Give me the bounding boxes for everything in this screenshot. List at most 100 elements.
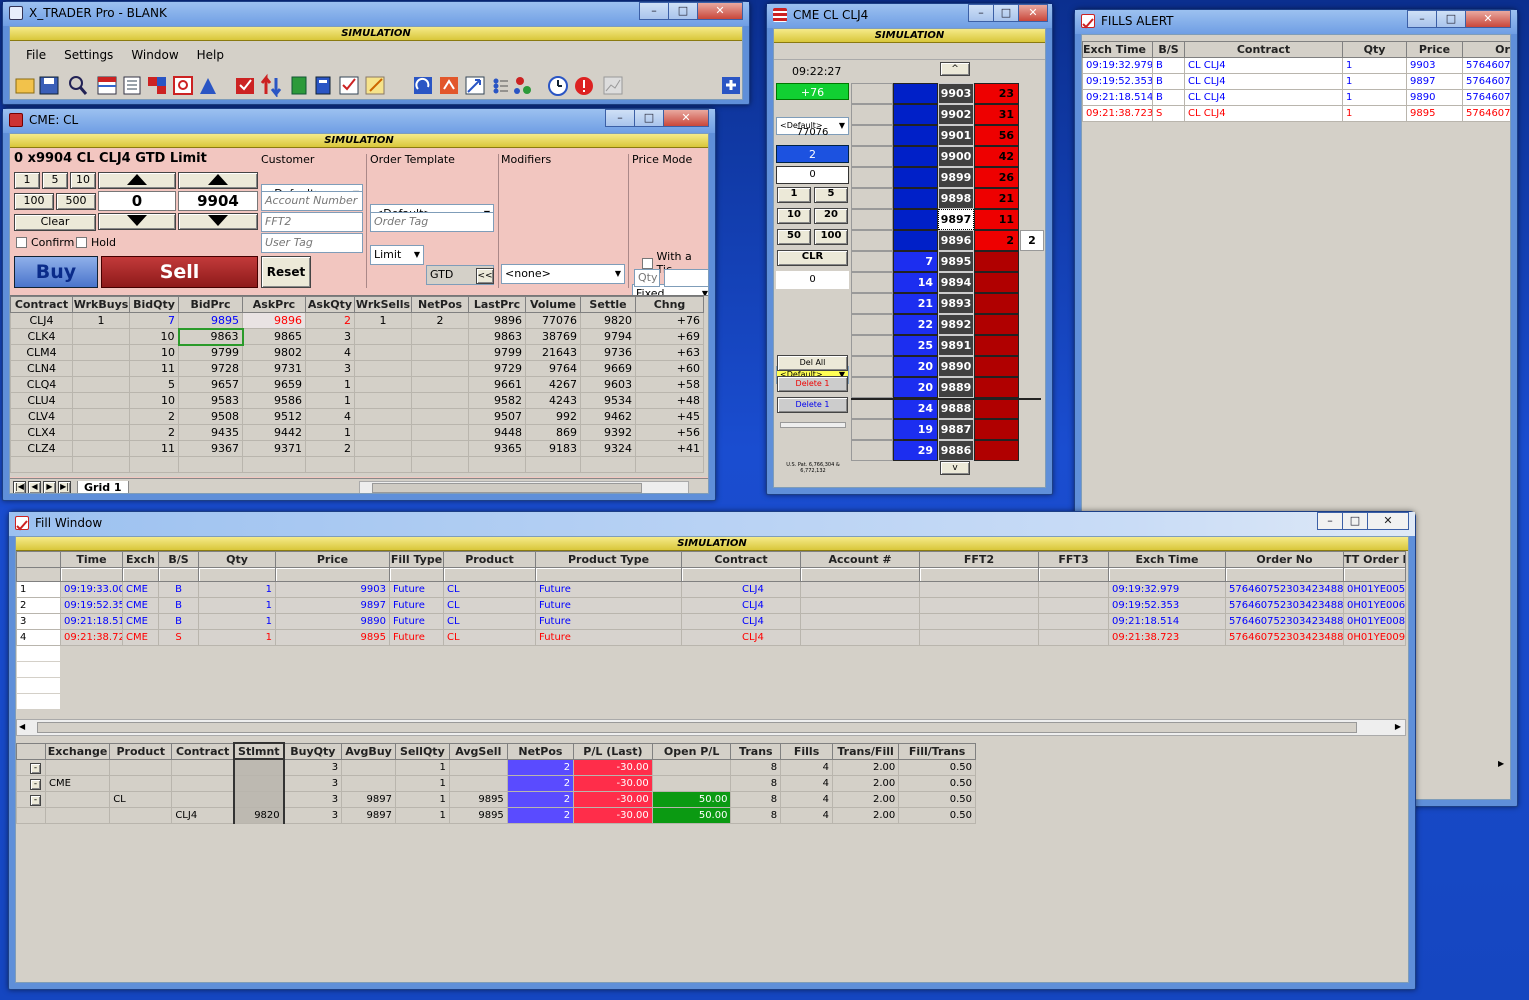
market-row[interactable]: CLJ4 1 7 9895 9896 2 1 2 9896 77076 9820 +76 (10, 312, 704, 329)
filter-cell[interactable] (681, 567, 801, 582)
pos-expand-cell[interactable]: - (16, 774, 46, 792)
ask-cell[interactable]: 23 (974, 83, 1019, 104)
price-cell[interactable]: 9888 (938, 398, 974, 419)
ask-cell[interactable]: 21 (974, 188, 1019, 209)
market-cell[interactable]: +60 (635, 360, 704, 377)
price-cell[interactable]: 9886 (938, 440, 974, 461)
market-cell[interactable]: 1 (305, 424, 355, 441)
scroll-right-icon[interactable]: ▶ (1395, 722, 1401, 731)
maximize-button[interactable]: □ (634, 109, 664, 127)
bid-cell[interactable]: 22 (893, 314, 938, 335)
ladder-row[interactable]: 9900 42 (851, 146, 1041, 167)
price-cell[interactable]: 9899 (938, 167, 974, 188)
position-row[interactable]: - CL 3 9897 1 9895 2 -30.00 50.00 8 4 2.00 0.50 (16, 790, 976, 808)
bid-cell[interactable] (893, 83, 938, 104)
pos-expand-cell[interactable] (16, 806, 46, 824)
ask-cell[interactable]: 11 (974, 209, 1019, 230)
price-cell[interactable]: 9890 (938, 356, 974, 377)
market-col-header[interactable]: Settle (580, 296, 636, 313)
fills-alert-col-header[interactable]: Exch Time (1082, 41, 1153, 58)
minimize-button[interactable]: – (605, 109, 635, 127)
order-titlebar[interactable]: CME: CL – □ ✕ (3, 109, 715, 133)
fills-alert-col-header[interactable]: Or (1462, 41, 1510, 58)
order-tag-input[interactable]: Order Tag (370, 212, 494, 232)
fills-alert-scroll-arrow[interactable]: ▶ (1498, 759, 1504, 768)
ladder-row[interactable]: 7 9895 (851, 251, 1041, 272)
market-cell[interactable]: +48 (635, 392, 704, 409)
order-cell[interactable] (851, 125, 893, 146)
market-cell[interactable]: 9799 (468, 344, 526, 361)
order-cell[interactable] (851, 83, 893, 104)
market-row[interactable]: CLQ4 5 9657 9659 1 9661 4267 9603 +58 (10, 376, 704, 393)
market-cell[interactable]: 9367 (178, 440, 243, 457)
market-col-header[interactable]: LastPrc (468, 296, 526, 313)
market-cell[interactable] (72, 360, 130, 377)
order-cell[interactable] (851, 209, 893, 230)
order-cell[interactable] (851, 419, 893, 440)
ask-cell[interactable]: 2 (974, 230, 1019, 251)
market-cell[interactable]: 2 (305, 440, 355, 457)
qty-5-button[interactable]: 5 (42, 172, 68, 189)
order-type-select[interactable]: Limit (370, 245, 424, 265)
fft2-input[interactable]: FFT2 (261, 212, 363, 232)
bid-cell[interactable] (893, 188, 938, 209)
fills-alert-col-header[interactable]: Contract (1184, 41, 1343, 58)
ask-cell[interactable] (974, 314, 1019, 335)
order-cell[interactable] (851, 146, 893, 167)
market-cell[interactable] (72, 344, 130, 361)
price-cell[interactable]: 9897 (938, 209, 974, 230)
menu-window[interactable]: Window (131, 43, 178, 67)
filter-cell[interactable] (158, 567, 199, 582)
market-cell[interactable]: +69 (635, 328, 704, 345)
market-cell[interactable]: 11 (129, 440, 179, 457)
market-cell[interactable]: 9659 (242, 376, 306, 393)
market-cell[interactable]: 9669 (580, 360, 636, 377)
market-cell[interactable]: 21643 (525, 344, 581, 361)
order-cell[interactable] (851, 440, 893, 461)
qty-1-button[interactable]: 1 (14, 172, 40, 189)
tab-first-button[interactable]: |◀ (13, 481, 26, 493)
market-cell[interactable]: 9582 (468, 392, 526, 409)
market-cell[interactable]: 1 (305, 392, 355, 409)
ladder-row[interactable]: 20 9889 (851, 377, 1041, 398)
market-cell[interactable]: 9820 (580, 312, 636, 329)
market-col-header[interactable]: Contract (10, 296, 73, 313)
market-cell[interactable]: 9863 (177, 327, 244, 346)
market-cell[interactable]: 9865 (242, 328, 306, 345)
close-button[interactable]: ✕ (663, 109, 709, 127)
market-cell[interactable] (72, 424, 130, 441)
filter-cell[interactable] (1343, 567, 1406, 582)
order-cell[interactable] (851, 230, 893, 251)
price-down-button[interactable] (178, 213, 258, 230)
fill-row[interactable]: 4 09:21:38.72 CME S 1 9895 Future CL Future CLJ4 0… (16, 629, 1406, 646)
order-cell[interactable] (851, 377, 893, 398)
ask-cell[interactable] (974, 398, 1019, 419)
market-cell[interactable]: 1 (305, 376, 355, 393)
ask-cell[interactable] (974, 419, 1019, 440)
pos-col-header[interactable]: Trans (730, 742, 782, 760)
tab-next-button[interactable]: ▶ (43, 481, 56, 493)
account-number-input[interactable]: Account Number (261, 191, 363, 211)
bid-cell[interactable]: 20 (893, 356, 938, 377)
market-cell[interactable]: 9764 (525, 360, 581, 377)
market-cell[interactable] (411, 392, 469, 409)
fill-col-header[interactable]: Contract (681, 551, 801, 568)
bid-cell[interactable]: 25 (893, 335, 938, 356)
fills-alert-row[interactable]: 09:19:52.353 B CL CLJ4 1 9897 5764607 (1082, 73, 1510, 90)
delete-all-button[interactable]: Del All (777, 355, 848, 371)
fill-row[interactable]: 2 09:19:52.35 CME B 1 9897 Future CL Future CLJ4 0… (16, 597, 1406, 614)
market-cell[interactable]: CLU4 (10, 392, 73, 409)
scroll-left-icon[interactable]: ◀ (19, 722, 25, 731)
market-cell[interactable] (354, 408, 412, 425)
market-cell[interactable]: +58 (635, 376, 704, 393)
ladder-row[interactable]: 9899 26 (851, 167, 1041, 188)
position-row[interactable]: CLJ4 9820 3 9897 1 9895 2 -30.00 50.00 8 4 2.00 0.50 (16, 806, 976, 824)
market-cell[interactable]: 2 (411, 312, 469, 329)
pos-expand-cell[interactable]: - (16, 758, 46, 776)
collapse-button[interactable]: << (476, 268, 494, 284)
market-col-header[interactable]: AskPrc (242, 296, 306, 313)
market-cell[interactable]: 9863 (468, 328, 526, 345)
ladder-row[interactable]: 24 9888 (851, 398, 1041, 419)
confirm-checkbox[interactable]: Confirm (16, 236, 74, 249)
price-up-button[interactable] (178, 172, 258, 189)
